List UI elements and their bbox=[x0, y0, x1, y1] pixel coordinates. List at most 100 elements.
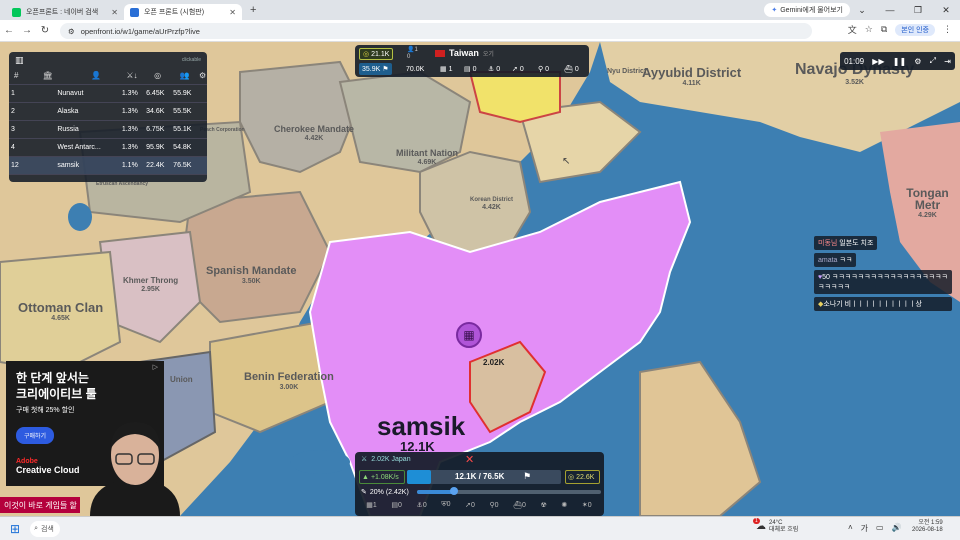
building-city: ▦ 1 bbox=[437, 63, 456, 75]
col-name[interactable]: 🏛 bbox=[23, 68, 73, 85]
region-value: 2.95K bbox=[141, 286, 160, 293]
col-settings[interactable]: ⚙ bbox=[198, 68, 207, 85]
row-name: Russia bbox=[23, 120, 120, 139]
build-hbomb-button[interactable]: ✺ bbox=[561, 501, 567, 509]
build-nuke-button[interactable]: ☢ bbox=[540, 501, 546, 509]
col-gold[interactable]: ◎ bbox=[144, 68, 172, 85]
table-row[interactable]: 4 West Antarc... 1.3% 95.9K 54.8K bbox=[9, 138, 207, 157]
build-factory-button[interactable]: ▤0 bbox=[391, 501, 402, 509]
close-icon[interactable]: ✕ bbox=[932, 0, 960, 20]
table-row[interactable]: 2 Alaska 1.3% 34.6K 55.5K bbox=[9, 102, 207, 121]
taskbar-search[interactable]: ⌕ 검색 bbox=[30, 520, 61, 537]
chat-text: ㅋㅋㅋㅋㅋㅋㅋㅋㅋㅋㅋㅋㅋㅋㅋㅋㅋㅋㅋㅋㅋㅋㅋ bbox=[818, 274, 948, 291]
count: 0 bbox=[470, 502, 475, 509]
gold-chip: ◎ 21.1K bbox=[359, 48, 394, 60]
naver-icon bbox=[12, 7, 21, 17]
build-defense-button[interactable]: ⛨0 bbox=[441, 501, 450, 509]
ad-info-icon[interactable]: ▷ bbox=[153, 363, 158, 371]
gear-icon[interactable]: ⚙ bbox=[914, 57, 921, 66]
url-input[interactable]: ⚙ openfront.io/w1/game/aUrPrzfp?live bbox=[60, 23, 812, 39]
window-controls: ⌄ — ❐ ✕ bbox=[848, 0, 960, 20]
region-value: 4.42K bbox=[304, 135, 324, 142]
col-rank[interactable]: # bbox=[9, 68, 24, 85]
chevron-up-icon[interactable]: ˄ bbox=[848, 523, 853, 534]
swords-icon: ⚔ bbox=[361, 456, 368, 463]
col-player[interactable]: 👤 bbox=[72, 68, 120, 85]
ad-line1: 한 단계 앞서는 bbox=[16, 371, 89, 385]
build-city-button[interactable]: ▦1 bbox=[366, 501, 377, 509]
language-icon[interactable]: 가 bbox=[861, 523, 868, 534]
bookmark-star-icon[interactable]: ☆ bbox=[865, 24, 873, 35]
network-icon[interactable]: ▭ bbox=[876, 523, 884, 534]
ship-icon: ⛴ bbox=[564, 66, 573, 73]
profile-button[interactable]: 본인 인증 bbox=[895, 23, 935, 36]
chevron-down-icon[interactable]: ⌄ bbox=[848, 0, 876, 20]
translate-icon[interactable]: 文 bbox=[848, 23, 857, 36]
restore-icon[interactable]: ❐ bbox=[904, 0, 932, 20]
chat-message: ◆소나기 비ㅣㅣㅣㅣㅣㅣㅣㅣㅣㅣ상 bbox=[814, 297, 952, 311]
region-value: 3.00K bbox=[279, 384, 299, 391]
col-territory[interactable]: ⚔↓ bbox=[119, 68, 145, 85]
region-value: 4.11K bbox=[682, 80, 701, 87]
table-row-self[interactable]: 12 samsik 1.1% 22.4K 76.5K bbox=[9, 156, 207, 175]
region-label: Etruscan Ascendancy bbox=[96, 182, 148, 187]
minimize-icon[interactable]: — bbox=[876, 0, 904, 20]
close-icon[interactable]: ✕ bbox=[111, 8, 118, 17]
enemy-troops-label: 2.02K bbox=[483, 358, 505, 367]
col-troops[interactable]: 👥 bbox=[171, 68, 199, 85]
build-missile-button[interactable]: ➚0 bbox=[465, 501, 475, 509]
gold-value: 22.6K bbox=[576, 473, 595, 481]
row-rank: 4 bbox=[9, 138, 24, 157]
tab-naver-search[interactable]: 오픈프론트 : 네이버 검색 ✕ bbox=[6, 4, 124, 20]
close-icon[interactable]: ✕ bbox=[229, 8, 236, 17]
attack-ratio-slider[interactable] bbox=[417, 487, 601, 495]
row-rank: 12 bbox=[9, 156, 24, 175]
exit-icon[interactable]: ⇥ bbox=[944, 57, 951, 66]
build-mirv-button[interactable]: ✶0 bbox=[582, 501, 592, 509]
reload-icon[interactable]: ↻ bbox=[36, 25, 54, 36]
region-name: Benin Federation bbox=[244, 371, 334, 383]
browser-tabbar: 오픈프론트 : 네이버 검색 ✕ 오픈 프론트 (시험판) ✕ + ✦ Gemi… bbox=[0, 0, 960, 20]
chat-message: ♥50 ㅋㅋㅋㅋㅋㅋㅋㅋㅋㅋㅋㅋㅋㅋㅋㅋㅋㅋㅋㅋㅋㅋㅋ bbox=[814, 270, 952, 294]
weather-widget[interactable]: ☁ 1 24°C 대체로 흐림 bbox=[753, 518, 798, 533]
leaderboard-table: # 🏛 👤 ⚔↓ ◎ 👥 ⚙ 1 Nunavut 1.3% 6.45K 55.9K 2A… bbox=[9, 68, 207, 175]
slider-handle[interactable] bbox=[449, 487, 458, 495]
gemini-button[interactable]: ✦ Gemini에게 물어보기 bbox=[764, 3, 850, 17]
chat-message: 미동님 일본도 치조 bbox=[814, 236, 878, 250]
build-sam-button[interactable]: ⚲0 bbox=[489, 501, 498, 509]
table-row[interactable]: 1 Nunavut 1.3% 6.45K 55.9K bbox=[9, 84, 207, 103]
troop-bar: 12.1K / 76.5K ⚑ bbox=[407, 470, 561, 484]
gemini-label: Gemini에게 물어보기 bbox=[780, 7, 843, 14]
pop-value: 70.0K bbox=[406, 65, 425, 73]
ad-buy-button[interactable]: 구매하기 bbox=[16, 427, 55, 445]
taskbar-clock[interactable]: 오전 1:59 2026-08-18 bbox=[912, 520, 943, 534]
site-info-icon[interactable]: ⚙ bbox=[68, 27, 75, 36]
attack-ratio-text: 20% (2.42K) bbox=[369, 488, 409, 496]
chart-icon[interactable]: ▥ bbox=[15, 55, 24, 66]
row-name: West Antarc... bbox=[23, 138, 120, 157]
menu-icon[interactable]: ⋮ bbox=[943, 24, 952, 35]
extensions-icon[interactable]: ⧉ bbox=[881, 24, 887, 35]
city-icon[interactable]: ▦ bbox=[456, 322, 482, 348]
row-pct: 1.3% bbox=[119, 120, 145, 139]
windows-start-icon[interactable]: ⊞ bbox=[10, 522, 20, 536]
build-warship-button[interactable]: ⛴0 bbox=[513, 501, 526, 509]
pause-icon[interactable]: ❚❚ bbox=[893, 57, 906, 66]
volume-icon[interactable]: 🔊 bbox=[892, 523, 902, 534]
fullscreen-icon[interactable]: ⤢ bbox=[930, 56, 936, 66]
build-port-button[interactable]: ⚓0 bbox=[417, 501, 427, 509]
chat-overlay: 미동님 일본도 치조 amata ㅋㅋ ♥50 ㅋㅋㅋㅋㅋㅋㅋㅋㅋㅋㅋㅋㅋㅋㅋㅋ… bbox=[814, 236, 956, 314]
tab-openfront[interactable]: 오픈 프론트 (시험판) ✕ bbox=[124, 4, 242, 20]
chat-user: 미동님 bbox=[818, 240, 838, 247]
region-name: Nyu District bbox=[607, 68, 647, 75]
row-troops: 76.5K bbox=[171, 156, 199, 175]
city-icon: ▦ bbox=[440, 66, 447, 73]
fast-forward-icon[interactable]: ▶▶ bbox=[872, 57, 884, 66]
cancel-attack-button[interactable]: ✕ bbox=[465, 453, 474, 466]
forward-icon[interactable]: → bbox=[18, 25, 36, 36]
table-row[interactable]: 3 Russia 1.3% 6.75K 55.1K bbox=[9, 120, 207, 139]
row-pct: 1.1% bbox=[119, 156, 145, 175]
new-tab-button[interactable]: + bbox=[250, 4, 256, 16]
back-icon[interactable]: ← bbox=[0, 25, 18, 36]
openfront-icon bbox=[130, 7, 139, 17]
